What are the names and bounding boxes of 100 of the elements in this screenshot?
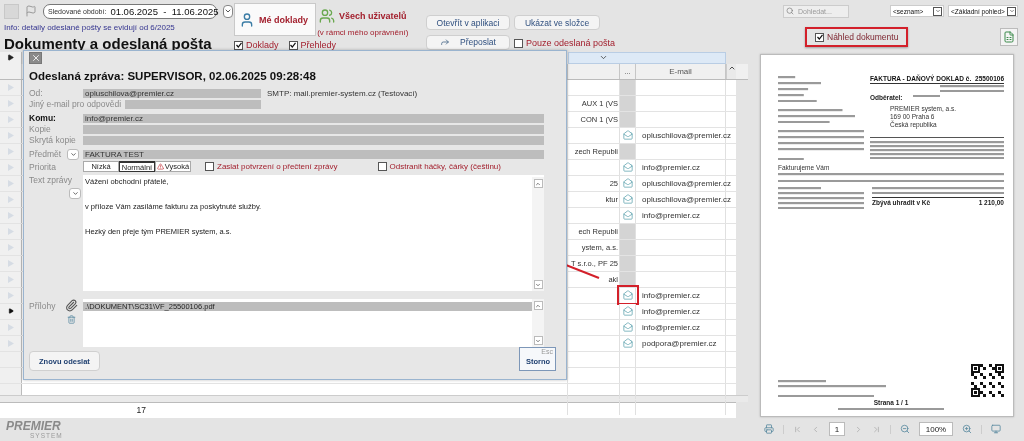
text-lines-drawing — [940, 85, 1004, 93]
next-page-icon[interactable] — [854, 424, 863, 434]
current-row-icon — [7, 308, 14, 315]
envelope-icon[interactable] — [622, 306, 633, 317]
field-label: Skrytá kopie — [29, 135, 77, 146]
close-icon — [30, 53, 41, 63]
checkbox[interactable] — [514, 38, 523, 48]
envelope-icon[interactable] — [622, 290, 633, 301]
dropdown-button[interactable] — [222, 4, 233, 18]
email-cell-text: info@premier.cz — [641, 306, 700, 316]
envelope-icon[interactable] — [622, 338, 633, 349]
spreadsheet-icon — [1003, 31, 1015, 43]
scroll-up-button[interactable] — [533, 301, 543, 310]
page-number-field[interactable]: 1 — [829, 422, 845, 436]
chevron-up-icon — [535, 180, 541, 187]
text-lines-drawing — [778, 157, 804, 160]
chevron-down-icon — [535, 337, 541, 344]
previous-page-icon[interactable] — [811, 424, 820, 434]
checkbox-label: Přehledy — [300, 40, 337, 50]
field-label: Kopie — [29, 124, 52, 135]
envelope-icon[interactable] — [622, 194, 633, 205]
horizontal-scrollbar[interactable] — [0, 394, 748, 402]
checkbox-label: Odstranit háčky, čárky (češtinu) — [389, 162, 501, 171]
export-button[interactable] — [1000, 28, 1018, 46]
qr-code-icon — [971, 363, 1004, 397]
page-title: Dokumenty a odeslaná pošta — [4, 35, 213, 52]
envelope-icon[interactable] — [622, 178, 633, 189]
field-label: Od: — [29, 88, 44, 98]
scroll-down-button[interactable] — [533, 336, 543, 345]
toolbar-square-icon[interactable] — [4, 3, 19, 19]
trash-icon[interactable] — [67, 315, 77, 324]
input-field[interactable] — [125, 99, 261, 109]
email-cell-text: opluschilova@premier.cz — [641, 130, 732, 140]
input-field[interactable] — [83, 124, 544, 134]
info-text: Info: detaily odeslané pošty se evidují od 6/2025 — [4, 23, 176, 32]
chevron-down-icon — [71, 190, 79, 197]
envelope-icon[interactable] — [622, 130, 633, 141]
action-button[interactable]: Otevřít v aplikaci — [426, 15, 510, 30]
checkbox-label: Zaslat potvrzení o přečtení zprávy — [217, 162, 338, 171]
input-field[interactable]: FAKTURA TEST — [83, 149, 544, 159]
envelope-icon[interactable] — [622, 210, 633, 221]
email-cell-text: info@premier.cz — [641, 162, 700, 172]
logo-name: PREMIER — [6, 420, 62, 432]
field-label: Jiný e-mail pro odpovědi — [29, 99, 123, 109]
action-button[interactable]: Ukázat ve složce — [514, 15, 600, 30]
text-lines-drawing — [778, 76, 821, 103]
checkbox[interactable] — [377, 162, 387, 171]
field-label: Přílohy — [29, 300, 57, 313]
input-field[interactable] — [83, 135, 544, 145]
field-label: Priorita — [29, 161, 57, 172]
checkbox-label: Náhled dokumentu — [827, 32, 899, 42]
checkbox[interactable] — [234, 40, 243, 50]
checkbox[interactable] — [815, 32, 824, 42]
chevron-down-icon — [223, 7, 232, 15]
forward-icon — [440, 37, 451, 47]
chevron-up-icon — [535, 302, 541, 309]
last-page-icon[interactable] — [872, 424, 881, 434]
text-lines-drawing — [912, 95, 940, 98]
zoom-field[interactable]: 100% — [919, 422, 953, 436]
dialog-title: Odeslaná zpráva: SUPERVISOR, 02.06.2025 09:28:48 — [29, 70, 317, 82]
tab-note: (v rámci mého oprávnění) — [317, 28, 409, 37]
user-icon — [239, 11, 255, 28]
first-page-icon[interactable] — [793, 424, 802, 434]
zoom-out-icon[interactable] — [900, 424, 910, 434]
chevron-down-icon — [69, 150, 77, 158]
view-tab[interactable]: Mé doklady — [234, 3, 316, 36]
email-cell-text: info@premier.cz — [641, 322, 700, 332]
forward-button[interactable]: Přeposlat — [426, 34, 510, 50]
print-icon[interactable] — [764, 424, 774, 434]
email-cell-text: podpora@premier.cz — [641, 338, 717, 348]
column-header[interactable]: ... — [620, 63, 636, 79]
flag-icon[interactable] — [25, 5, 37, 17]
envelope-icon[interactable] — [622, 162, 633, 173]
users-icon — [319, 8, 335, 24]
vertical-scrollbar[interactable] — [726, 63, 736, 79]
zoom-in-icon[interactable] — [962, 424, 972, 434]
scroll-down-button[interactable] — [533, 280, 543, 289]
scroll-up-button[interactable] — [533, 179, 543, 188]
checkbox-label: Pouze odeslaná pošta — [526, 38, 616, 49]
field-label: Text zprávy — [29, 175, 73, 185]
close-button[interactable] — [29, 52, 42, 64]
email-cell-text: opluschilova@premier.cz — [641, 178, 732, 188]
chevron-down-icon — [1008, 8, 1015, 14]
row-header[interactable] — [0, 52, 22, 64]
input-field[interactable]: opluschilova@premier.cz — [83, 88, 261, 98]
email-cell-text: opluschilova@premier.cz — [641, 194, 732, 204]
view-tab[interactable]: Všech uživatelů — [316, 3, 410, 25]
chevron-down-icon — [535, 281, 541, 288]
monitor-icon[interactable] — [991, 424, 1001, 434]
play-icon[interactable] — [7, 54, 14, 62]
checkbox[interactable] — [205, 162, 214, 171]
envelope-icon[interactable] — [622, 322, 633, 333]
paperclip-icon[interactable] — [65, 299, 79, 312]
chevron-down-icon — [934, 8, 941, 14]
email-cell-text: info@premier.cz — [641, 210, 700, 220]
warning-icon — [156, 163, 164, 170]
checkbox[interactable] — [288, 40, 298, 50]
smtp-note: SMTP: mail.premier-system.cz (Testovací) — [267, 88, 418, 98]
field-label: Předmět — [29, 149, 63, 159]
input-field[interactable]: info@premier.cz — [83, 113, 544, 123]
